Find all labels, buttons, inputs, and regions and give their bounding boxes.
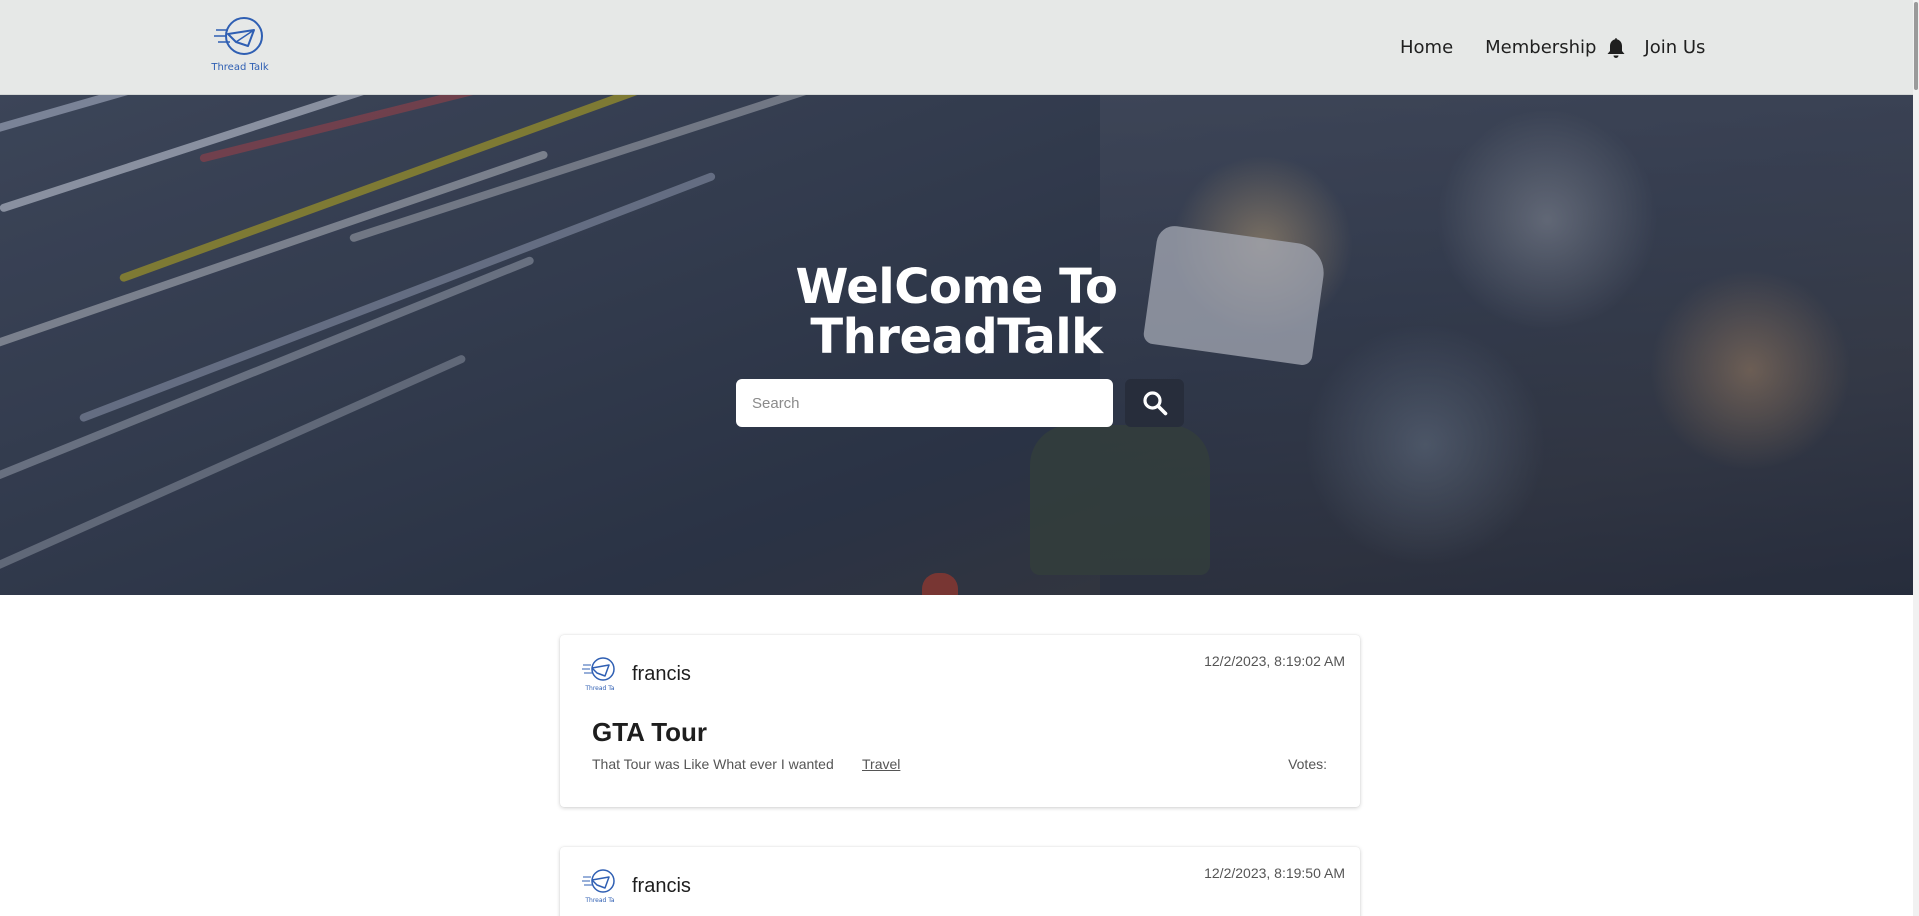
- post-title[interactable]: GTA Tour: [592, 717, 707, 748]
- avatar: Thread Ta: [582, 655, 618, 693]
- search-input[interactable]: [736, 379, 1113, 427]
- svg-text:Thread Ta: Thread Ta: [584, 685, 615, 692]
- post-author[interactable]: francis: [632, 663, 691, 686]
- post-author[interactable]: francis: [632, 875, 691, 898]
- post-votes: Votes:: [1288, 756, 1327, 772]
- scrollbar[interactable]: [1913, 0, 1919, 916]
- scrollbar-thumb[interactable]: [1914, 2, 1918, 90]
- navbar: Thread Talk Home Membership Join Us: [0, 0, 1919, 95]
- nav-membership-link[interactable]: Membership: [1485, 34, 1596, 62]
- nav-home-link[interactable]: Home: [1400, 34, 1453, 62]
- avatar: Thread Ta: [582, 867, 618, 905]
- logo-text: Thread Talk: [211, 62, 269, 73]
- logo-icon: [214, 17, 263, 55]
- post-card[interactable]: Thread Ta francis 12/2/2023, 8:19:50 AM: [560, 847, 1360, 916]
- hero-title-line-1: WelCome To: [795, 259, 1118, 315]
- nav-join-us-link[interactable]: Join Us: [1644, 34, 1705, 62]
- post-timestamp: 12/2/2023, 8:19:02 AM: [1204, 653, 1345, 669]
- search-button[interactable]: [1125, 379, 1184, 427]
- search-icon: [1142, 391, 1167, 416]
- post-timestamp: 12/2/2023, 8:19:50 AM: [1204, 865, 1345, 881]
- logo[interactable]: Thread Talk: [208, 16, 272, 76]
- page: Thread Talk Home Membership Join Us WelC…: [0, 0, 1919, 916]
- bell-icon[interactable]: [1606, 37, 1626, 59]
- post-card[interactable]: Thread Ta francis 12/2/2023, 8:19:02 AM …: [560, 635, 1360, 807]
- nav-links: Home Membership Join Us: [1400, 34, 1705, 62]
- post-body: That Tour was Like What ever I wanted: [592, 756, 834, 772]
- svg-text:Thread Ta: Thread Ta: [584, 897, 615, 904]
- hero-title-line-2: ThreadTalk: [810, 309, 1103, 365]
- post-category-link[interactable]: Travel: [862, 756, 900, 772]
- hero-title: WelCome To ThreadTalk: [0, 262, 1913, 362]
